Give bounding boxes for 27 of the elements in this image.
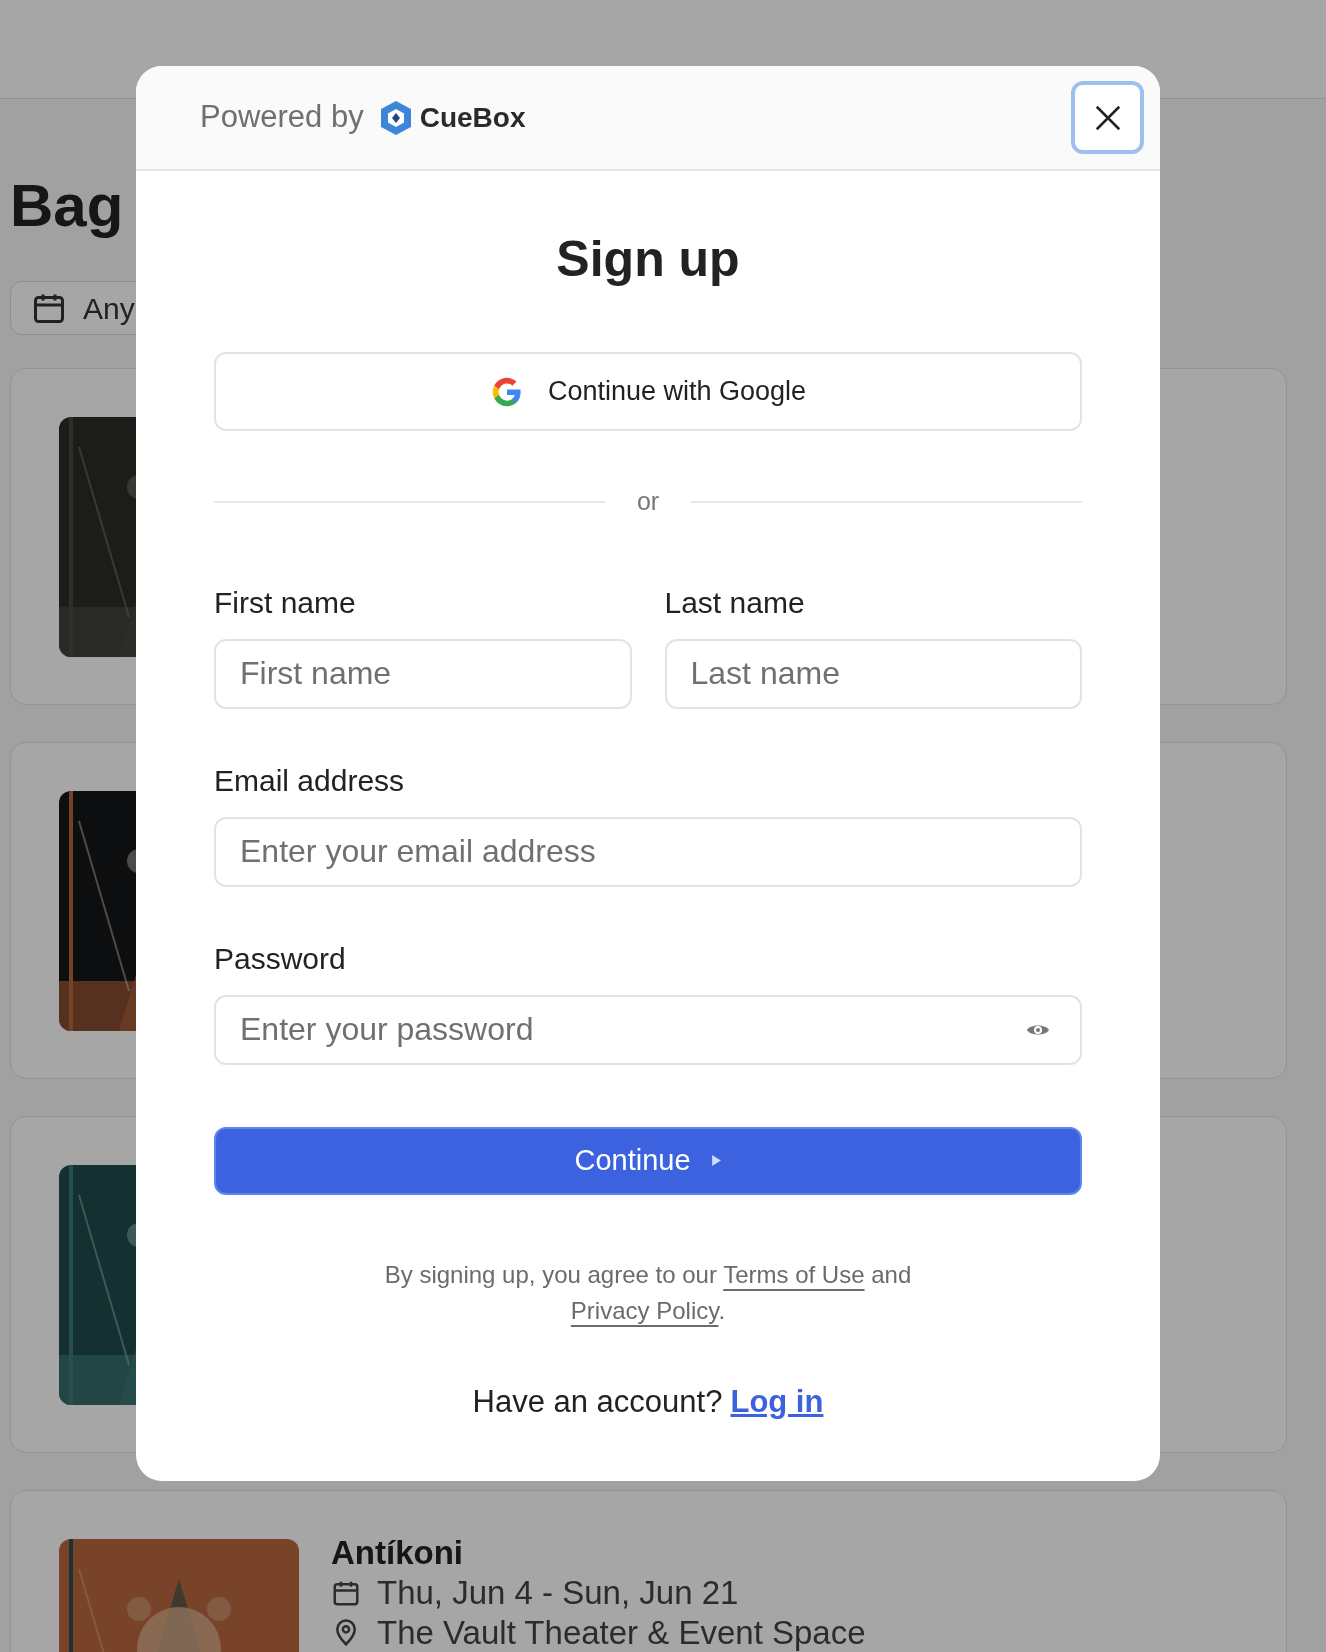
field-label: First name <box>214 584 357 621</box>
terms-link[interactable]: Terms of Use <box>723 1260 865 1288</box>
login-link[interactable]: Log in <box>730 1378 824 1425</box>
input-field[interactable]: Last name <box>664 638 1082 709</box>
input-field[interactable]: Enter your password <box>214 994 1082 1065</box>
login-prompt: Have an account? <box>472 1382 723 1421</box>
terms-text: By signing up, you agree to our Terms of Use and Privacy Policy. <box>383 1259 913 1326</box>
divider-text: or <box>636 486 660 517</box>
privacy-link[interactable]: Privacy Policy <box>570 1296 719 1324</box>
event-dates: Thu, Jun 4 - Sun, Jun 21 <box>377 1573 739 1613</box>
input-field[interactable]: Enter your email address <box>214 816 1082 887</box>
cube-logo-icon <box>379 98 412 137</box>
event-card[interactable]: Antíkoni Thu, Jun 4 - Sun, Jun 21 The Vault Theater & Event Space <box>10 1490 1287 1652</box>
continue-button[interactable]: Continue <box>214 1126 1082 1195</box>
close-button[interactable] <box>1071 81 1144 154</box>
brand-name: CueBox <box>419 100 526 135</box>
dialog-title: Sign up <box>555 230 741 289</box>
field-label: Last name <box>664 584 806 621</box>
play-icon <box>710 1155 722 1166</box>
powered-by-text: Powered by <box>200 98 364 137</box>
page-title: Bag <box>10 171 124 241</box>
event-title: Antíkoni <box>331 1533 464 1573</box>
event-venue: The Vault Theater & Event Space <box>377 1613 866 1652</box>
field-label: Password <box>214 940 347 977</box>
google-button[interactable]: Continue with Google <box>214 352 1082 431</box>
input-field[interactable]: First name <box>214 638 632 709</box>
field-label: Email address <box>214 762 406 799</box>
